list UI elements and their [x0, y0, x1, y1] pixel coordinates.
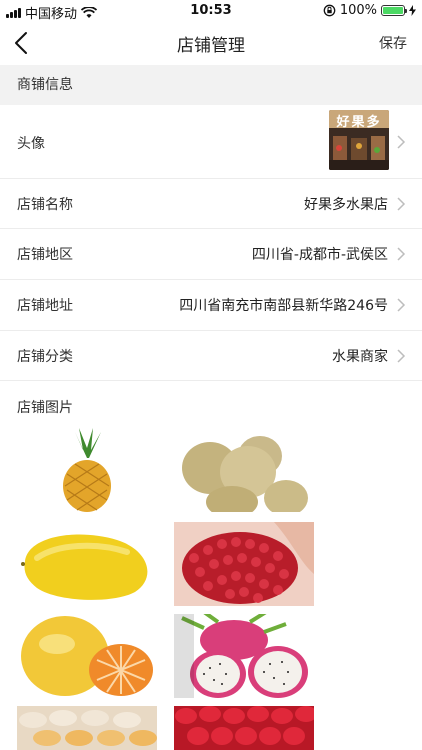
photo-mango[interactable]: [17, 522, 157, 606]
chevron-right-icon: [397, 349, 406, 363]
row-shop-name[interactable]: 店铺名称 好果多水果店: [0, 179, 422, 229]
shop-name-value: 好果多水果店: [304, 197, 388, 213]
section-header: 商铺信息: [0, 65, 422, 105]
shop-region-label: 店铺地区: [17, 247, 73, 263]
photo-grapefruit[interactable]: [17, 614, 157, 698]
chevron-right-icon: [397, 247, 406, 261]
row-avatar[interactable]: 头像 好果多: [0, 105, 422, 179]
battery-icon: [381, 5, 407, 16]
shop-address-label: 店铺地址: [17, 298, 73, 314]
save-button[interactable]: 保存: [379, 33, 407, 53]
shop-category-label: 店铺分类: [17, 349, 73, 365]
photo-strawberries[interactable]: [174, 706, 314, 750]
status-right: 100%: [323, 3, 416, 18]
lock-rotation-icon: [323, 4, 336, 17]
photo-kiwi[interactable]: [174, 428, 314, 512]
chevron-right-icon: [397, 135, 406, 149]
row-shop-category[interactable]: 店铺分类 水果商家: [0, 331, 422, 381]
avatar-sign-text: 好果多: [336, 115, 382, 130]
photo-dragon-fruit[interactable]: [174, 614, 314, 698]
page-title: 店铺管理: [177, 36, 245, 56]
battery-percent: 100%: [339, 3, 377, 18]
charging-icon: [409, 5, 416, 16]
row-shop-address[interactable]: 店铺地址 四川省南充市南部县新华路246号: [0, 280, 422, 331]
shop-name-label: 店铺名称: [17, 197, 73, 213]
photo-boxed-fruit[interactable]: [17, 706, 157, 750]
shop-category-value: 水果商家: [332, 349, 388, 365]
status-bar: 中国移动 10:53 100%: [0, 0, 422, 22]
avatar-label: 头像: [17, 136, 45, 152]
row-shop-region[interactable]: 店铺地区 四川省-成都市-武侯区: [0, 229, 422, 280]
shop-address-value: 四川省南充市南部县新华路246号: [179, 298, 388, 314]
nav-bar: 店铺管理 保存: [0, 22, 422, 65]
shop-region-value: 四川省-成都市-武侯区: [251, 247, 388, 263]
photo-pineapple[interactable]: [17, 428, 157, 512]
photo-pomegranate[interactable]: [174, 522, 314, 606]
chevron-right-icon: [397, 197, 406, 211]
shop-photos-label: 店铺图片: [17, 400, 73, 416]
chevron-right-icon: [397, 298, 406, 312]
avatar[interactable]: 好果多: [329, 110, 389, 170]
